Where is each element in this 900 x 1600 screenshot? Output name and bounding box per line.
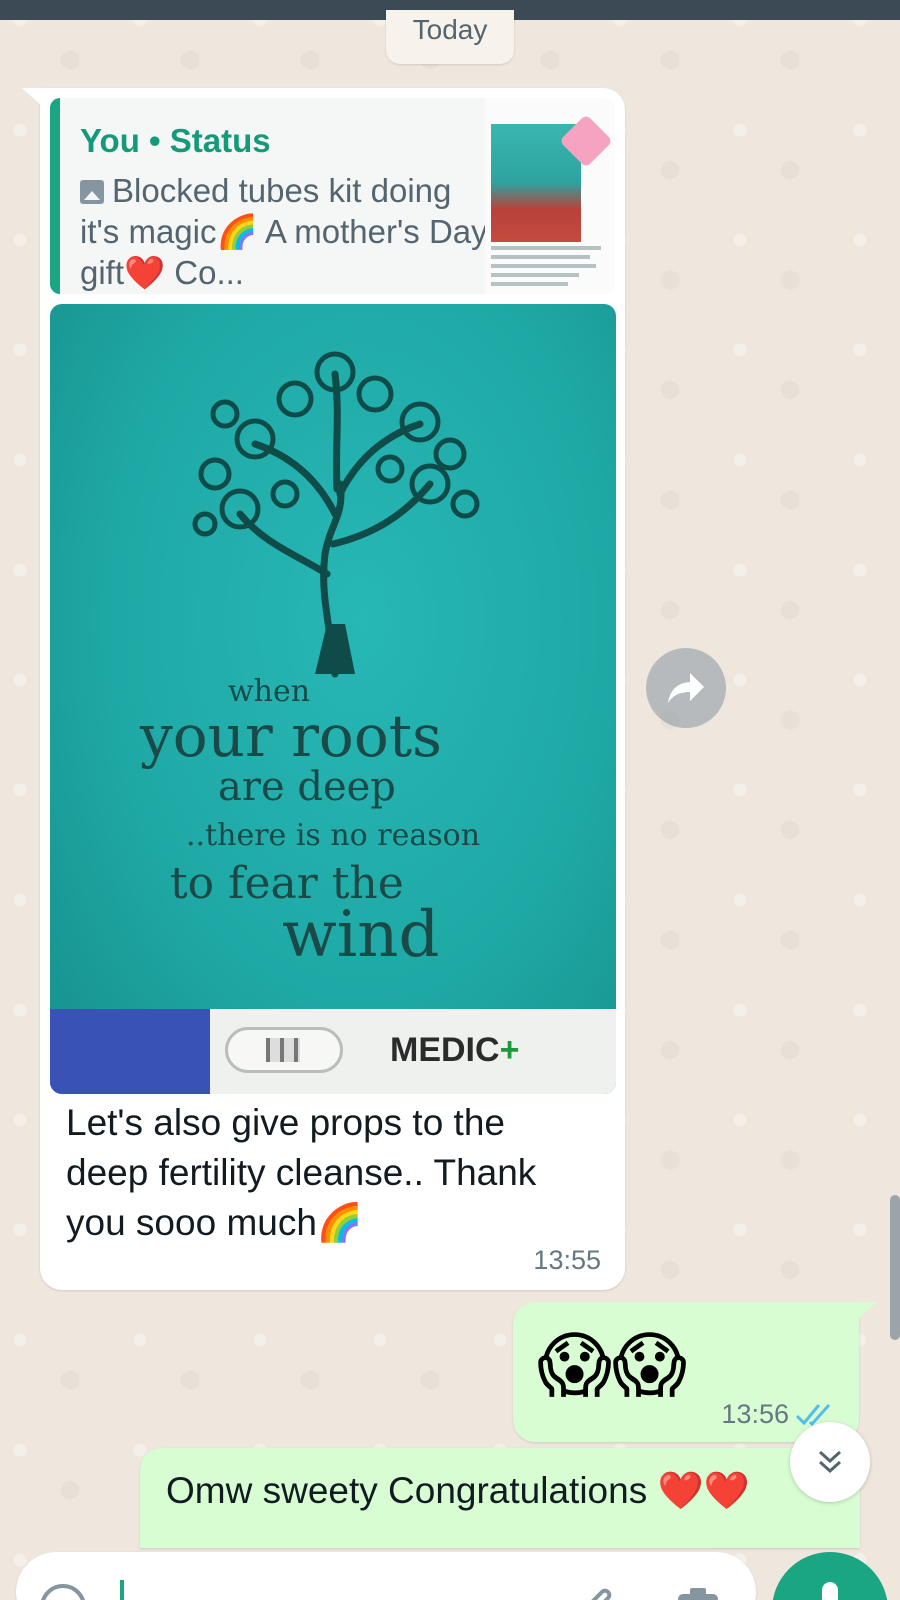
incoming-message-text: Let's also give props to the deep fertil… — [66, 1102, 537, 1243]
scroll-to-bottom-button[interactable] — [790, 1422, 870, 1502]
quote-accent-bar — [50, 98, 60, 294]
camera-icon[interactable] — [676, 1586, 720, 1600]
test-result-window — [225, 1027, 343, 1073]
message-composer[interactable] — [16, 1552, 756, 1600]
tree-illustration — [192, 351, 480, 678]
outgoing-message-text: 😱😱 — [537, 1323, 688, 1407]
photo-line-4: ..there is no reason — [186, 818, 481, 853]
test-brand-name: MEDIC — [390, 1031, 500, 1069]
attach-icon[interactable] — [576, 1586, 616, 1600]
outgoing-message-bubble-2[interactable]: Omw sweety Congratulations ❤️❤️ — [140, 1448, 860, 1548]
forward-icon — [668, 673, 704, 703]
photo-line-3: are deep — [218, 764, 396, 810]
photo-line-2: your roots — [140, 702, 442, 770]
incoming-message-time: 13:55 — [533, 1245, 601, 1275]
outgoing-message-bubble[interactable]: 😱😱 13:56 — [513, 1302, 877, 1442]
quote-title: You • Status — [80, 122, 271, 159]
outgoing-message-time: 13:56 — [721, 1399, 789, 1429]
hearts-emoji: ❤️❤️ — [657, 1470, 750, 1511]
photo-icon — [80, 180, 104, 204]
text-cursor — [120, 1580, 124, 1600]
chevron-double-down-icon — [818, 1450, 842, 1474]
date-separator: Today — [386, 10, 514, 64]
test-brand-label: MEDIC+ — [390, 1031, 519, 1070]
status-thumbnail — [485, 98, 615, 294]
test-brand-plus: + — [499, 1031, 520, 1069]
status-reply-quote[interactable]: You • Status Blocked tubes kit doing it'… — [50, 98, 615, 294]
incoming-message-bubble[interactable]: You • Status Blocked tubes kit doing it'… — [22, 88, 625, 1290]
quote-text-body: Blocked tubes kit doing it's magic🌈 A mo… — [80, 172, 488, 291]
quote-text: Blocked tubes kit doing it's magic🌈 A mo… — [80, 170, 490, 293]
mic-icon — [822, 1582, 838, 1600]
message-input[interactable] — [136, 1576, 556, 1600]
emoji-icon[interactable] — [40, 1584, 86, 1600]
outgoing-message-2-text: Omw sweety Congratulations ❤️❤️ — [166, 1470, 750, 1513]
thumbnail-caption-lines — [491, 246, 601, 291]
scrollbar-thumb[interactable] — [890, 1195, 900, 1340]
forward-button[interactable] — [646, 648, 726, 728]
photo-line-6: wind — [282, 898, 440, 972]
outgoing-message-2-body: Omw sweety Congratulations — [166, 1470, 658, 1511]
pregnancy-test-strip: MEDIC+ — [50, 1009, 616, 1094]
message-photo[interactable]: when your roots are deep ..there is no r… — [50, 304, 616, 1094]
